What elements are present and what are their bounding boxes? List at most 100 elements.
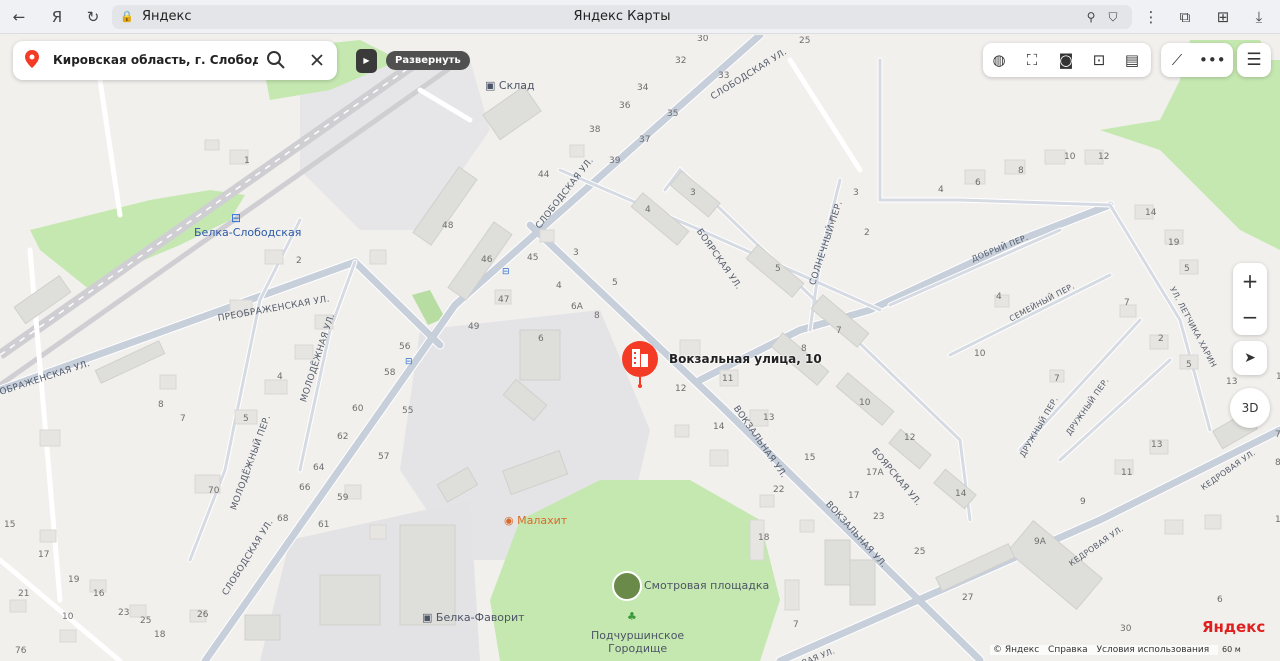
poi-settlement[interactable]: Подчуршинское Городище (591, 629, 684, 655)
viewpoint-photo[interactable] (612, 571, 642, 601)
house-number: 68 (277, 514, 289, 524)
more-icon[interactable]: ••• (1199, 49, 1226, 71)
help-link[interactable]: Справка (1048, 645, 1088, 655)
house-number: 21 (18, 589, 30, 599)
house-number: 44 (538, 170, 550, 180)
menu-icon[interactable]: ☰ (1237, 43, 1271, 77)
search-box[interactable]: Кировская область, г. Слободской, ул (13, 41, 337, 80)
house-number: 2 (1158, 334, 1164, 344)
map-canvas[interactable]: ⊟ Белка-Слободская ▣ Склад ◉ Малахит Смо… (0, 35, 1280, 661)
house-number: 18 (758, 533, 770, 543)
extensions-icon[interactable]: ⧉ (1174, 6, 1196, 28)
house-number: 18 (154, 630, 166, 640)
house-number: 5 (1184, 264, 1190, 274)
download-icon[interactable]: ⤓ (1248, 6, 1270, 28)
house-number: 7 (793, 620, 799, 630)
back-icon[interactable]: ← (8, 6, 30, 28)
park-icon: ♣ (627, 610, 637, 623)
location-marker[interactable] (620, 339, 660, 389)
house-number: 17 (38, 550, 50, 560)
house-number: 4 (645, 205, 651, 215)
page-title: Яндекс Карты (573, 9, 671, 24)
house-number: 5 (243, 414, 249, 424)
location-icon[interactable]: ⚲ (1080, 6, 1102, 28)
house-number: 12 (904, 433, 916, 443)
poi-belka-favorit[interactable]: ▣ Белка-Фаворит (422, 611, 525, 624)
house-number: 35 (667, 109, 679, 119)
search-icon[interactable] (266, 50, 286, 70)
house-number: 30 (697, 35, 709, 44)
house-number: 7 (836, 326, 842, 336)
poi-malakhit[interactable]: ◉ Малахит (504, 514, 567, 527)
house-number: 30 (1120, 624, 1132, 634)
house-number: 10 (859, 398, 871, 408)
house-number: 17 (848, 491, 860, 501)
house-number: 10 (974, 349, 986, 359)
poi-viewpoint[interactable]: Смотровая площадка (644, 579, 769, 592)
reload-icon[interactable]: ↻ (82, 6, 104, 28)
traffic-icon[interactable]: ▤ (1121, 49, 1143, 71)
house-number: 16 (93, 589, 105, 599)
house-number: 5 (1186, 360, 1192, 370)
house-number: 36 (619, 101, 631, 111)
house-number: 55 (402, 406, 414, 416)
expand-button[interactable]: Развернуть (386, 51, 470, 70)
house-number: 6 (975, 178, 981, 188)
building-icon: ▣ (422, 611, 433, 624)
copyright[interactable]: © Яндекс (993, 645, 1039, 655)
poi-station[interactable]: Белка-Слободская (194, 226, 301, 239)
house-number: 9 (1080, 497, 1086, 507)
panel-toggle-button[interactable]: ▶ (356, 49, 377, 73)
ruler-icon[interactable]: ⟋ (1166, 49, 1188, 71)
close-icon[interactable] (309, 52, 325, 68)
house-number: 13 (1226, 377, 1238, 387)
yandex-icon[interactable]: Я (46, 6, 68, 28)
transport-icon[interactable]: ⊡ (1088, 49, 1110, 71)
panorama-icon[interactable]: ⛶ (1021, 49, 1043, 71)
house-number: 61 (318, 520, 330, 530)
layers-icon[interactable]: ◍ (988, 49, 1010, 71)
house-number: 4 (556, 281, 562, 291)
house-number: 10 (62, 612, 74, 622)
more-icon[interactable]: ⋮ (1140, 6, 1162, 28)
collections-icon[interactable]: ⊞ (1212, 6, 1234, 28)
house-number: 60 (352, 404, 364, 414)
play-icon: ▶ (363, 56, 370, 65)
house-number: 70 (208, 486, 220, 496)
house-number: 9А (1034, 537, 1046, 547)
3d-button[interactable]: 3D (1230, 388, 1270, 428)
bus-stop-icon[interactable]: ⊟ (405, 357, 413, 367)
marker-label[interactable]: Вокзальная улица, 10 (669, 352, 822, 366)
zoom-in-button[interactable]: + (1233, 263, 1267, 299)
house-number: 4 (996, 292, 1002, 302)
bookmark-icon[interactable]: ⛉ (1102, 6, 1124, 28)
house-number: 47 (498, 295, 510, 305)
house-number: 25 (914, 547, 926, 557)
address-bar[interactable]: 🔒 Яндекс Яндекс Карты ⚲ ⛉ (112, 5, 1132, 29)
house-number: 19 (1168, 238, 1180, 248)
search-input[interactable]: Кировская область, г. Слободской, ул (53, 53, 258, 67)
house-number: 12 (1098, 152, 1110, 162)
locate-icon[interactable]: ➤ (1233, 341, 1267, 375)
station-icon[interactable]: ⊟ (231, 211, 241, 225)
house-number: 37 (639, 135, 651, 145)
house-number: 7 (1275, 430, 1280, 440)
house-number: 1 (1276, 372, 1280, 382)
house-number: 1 (1275, 515, 1280, 525)
house-number: 45 (527, 253, 539, 263)
poi-warehouse[interactable]: ▣ Склад (485, 79, 535, 92)
house-number: 13 (1151, 440, 1163, 450)
zoom-out-button[interactable]: − (1233, 299, 1267, 335)
house-number: 11 (1121, 468, 1133, 478)
house-number: 76 (15, 646, 27, 656)
house-number: 4 (938, 185, 944, 195)
house-number: 11 (722, 374, 734, 384)
house-number: 14 (713, 422, 725, 432)
house-number: 32 (675, 56, 687, 66)
warehouse-icon: ▣ (485, 79, 496, 92)
house-number: 64 (313, 463, 325, 473)
house-number: 34 (637, 83, 649, 93)
camera-icon[interactable]: ◙ (1055, 49, 1077, 71)
bus-stop-icon[interactable]: ⊟ (502, 267, 510, 277)
terms-link[interactable]: Условия использования (1097, 645, 1210, 655)
